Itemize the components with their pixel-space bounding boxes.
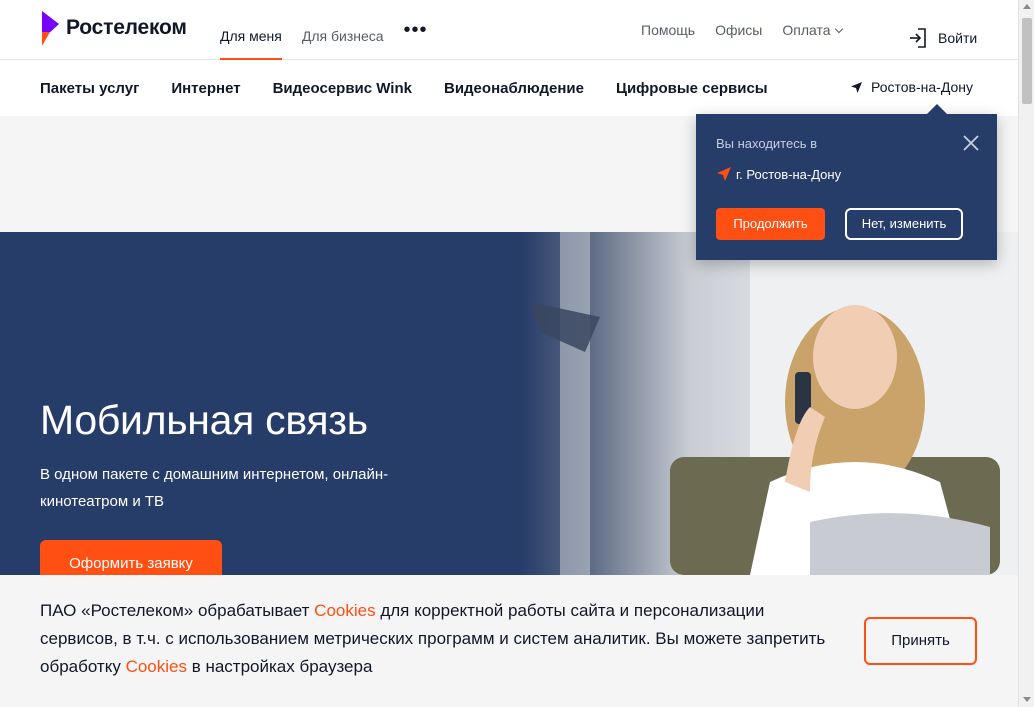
close-icon[interactable]: [962, 134, 980, 152]
logo[interactable]: Ростелеком: [40, 10, 187, 46]
scroll-thumb[interactable]: [1022, 18, 1032, 104]
popup-city: г. Ростов-на-Дону: [716, 166, 841, 182]
offices-link[interactable]: Офисы: [715, 0, 762, 66]
chevron-down-icon: [834, 24, 843, 34]
popup-arrow: [927, 104, 947, 114]
region-label: Ростов-на-Дону: [871, 79, 973, 95]
continue-button[interactable]: Продолжить: [716, 208, 825, 240]
scroll-up-arrow-icon[interactable]: [1023, 4, 1031, 9]
hero-photo: [520, 232, 1018, 575]
location-arrow-icon: [717, 167, 731, 181]
nav-item-video-surveillance[interactable]: Видеонаблюдение: [444, 80, 584, 97]
cookie-text-part-3: в настройках браузера: [186, 657, 373, 676]
cookies-link[interactable]: Cookies: [314, 601, 375, 620]
cookie-banner: ПАО «Ростелеком» обрабатывает Cookies дл…: [0, 575, 1018, 707]
logo-mark-icon: [42, 11, 59, 46]
login-label: Войти: [938, 30, 978, 46]
login-icon: [910, 28, 926, 48]
nav-item-internet[interactable]: Интернет: [171, 80, 240, 97]
cookies-link[interactable]: Cookies: [126, 657, 187, 676]
cookie-text-part-1: ПАО «Ростелеком» обрабатывает: [40, 601, 315, 620]
utility-nav: Помощь Офисы Оплата: [641, 0, 843, 60]
location-popup: Вы находитесь в г. Ростов-на-Дону Продол…: [696, 104, 997, 260]
apply-button[interactable]: Оформить заявку: [40, 540, 222, 575]
accept-cookies-button[interactable]: Принять: [864, 617, 977, 665]
top-header: Ростелеком Для меня Для бизнеса ••• Помо…: [0, 0, 1018, 60]
hero-title: Мобильная связь: [40, 397, 368, 443]
login-button[interactable]: Войти: [908, 27, 977, 49]
scrollbar[interactable]: [1018, 0, 1034, 707]
payment-dropdown[interactable]: Оплата: [782, 0, 843, 66]
hero-banner: Мобильная связь В одном пакете с домашни…: [0, 232, 1018, 575]
location-arrow-icon: [851, 81, 862, 93]
popup-city-text: г. Ростов-на-Дону: [736, 166, 842, 182]
hero-subtitle: В одном пакете с домашним интернетом, он…: [40, 466, 389, 510]
woman-with-phone-illustration: [530, 232, 1018, 575]
payment-label: Оплата: [782, 22, 831, 38]
nav-item-digital-services[interactable]: Цифровые сервисы: [616, 80, 768, 97]
scroll-down-arrow-icon[interactable]: [1023, 697, 1031, 702]
more-dots-icon[interactable]: •••: [404, 0, 428, 66]
category-nav: Пакеты услуг Интернет Видеосервис Wink В…: [0, 60, 1018, 116]
segment-tab-business[interactable]: Для бизнеса: [302, 0, 384, 60]
cookie-text: ПАО «Ростелеком» обрабатывает Cookies дл…: [40, 597, 840, 681]
segment-tab-personal[interactable]: Для меня: [220, 0, 282, 60]
segment-nav: Для меня Для бизнеса •••: [220, 0, 428, 60]
nav-item-wink[interactable]: Видеосервис Wink: [273, 80, 412, 97]
help-link[interactable]: Помощь: [641, 0, 695, 66]
nav-item-packages[interactable]: Пакеты услуг: [40, 80, 139, 97]
popup-label: Вы находитесь в: [716, 136, 818, 151]
change-city-button[interactable]: Нет, изменить: [845, 208, 963, 240]
region-selector[interactable]: Ростов-на-Дону: [850, 79, 973, 95]
logo-text: Ростелеком: [66, 16, 187, 39]
